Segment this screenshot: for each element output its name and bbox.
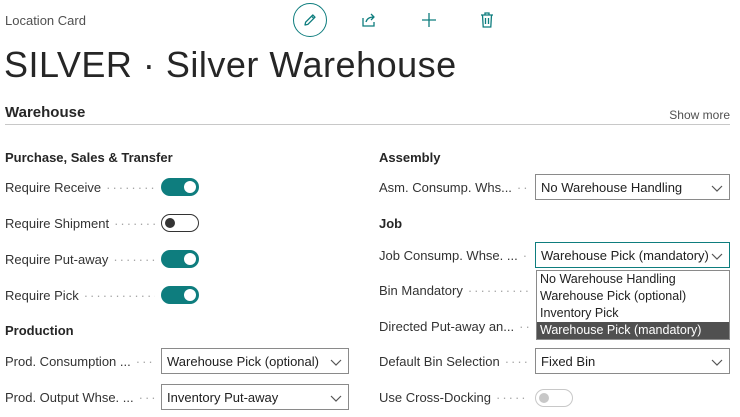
dropdown-option[interactable]: Inventory Pick — [537, 305, 729, 322]
job-consump-dropdown-list: No Warehouse Handling Warehouse Pick (op… — [536, 270, 730, 340]
require-pick-toggle[interactable] — [161, 286, 199, 304]
group-job: Job — [379, 216, 403, 231]
job-consump-label: Job Consump. Whse. ...···· — [379, 248, 529, 263]
chevron-down-icon — [711, 185, 723, 192]
group-assembly: Assembly — [379, 150, 441, 165]
share-button[interactable] — [358, 10, 380, 30]
prod-consumption-select[interactable]: Warehouse Pick (optional) — [161, 348, 349, 374]
require-shipment-toggle[interactable] — [161, 214, 199, 232]
dropdown-option[interactable]: Warehouse Pick (optional) — [537, 288, 729, 305]
group-purchase-sales-transfer: Purchase, Sales & Transfer — [5, 150, 173, 165]
use-cross-docking-label: Use Cross-Docking······ — [379, 390, 529, 405]
require-putaway-toggle[interactable] — [161, 250, 199, 268]
require-receive-label: Require Receive·········· — [5, 180, 155, 195]
group-production: Production — [5, 323, 74, 338]
share-icon — [362, 13, 375, 27]
edit-button[interactable] — [293, 3, 327, 37]
new-button[interactable] — [418, 9, 440, 31]
require-shipment-label: Require Shipment·········· — [5, 216, 155, 231]
directed-putaway-label: Directed Put-away an...···· — [379, 319, 529, 334]
job-consump-select[interactable]: Warehouse Pick (mandatory) — [535, 242, 730, 268]
plus-icon — [422, 13, 436, 27]
require-pick-label: Require Pick··············· — [5, 288, 155, 303]
chevron-down-icon — [330, 395, 342, 402]
edit-icon — [304, 14, 316, 26]
bin-mandatory-label: Bin Mandatory············ — [379, 283, 529, 298]
use-cross-docking-toggle[interactable] — [535, 389, 573, 407]
default-bin-selection-label: Default Bin Selection ···· — [379, 354, 529, 369]
require-receive-toggle[interactable] — [161, 178, 199, 196]
dropdown-option[interactable]: No Warehouse Handling — [537, 271, 729, 288]
show-more-link[interactable]: Show more — [669, 108, 730, 122]
delete-button[interactable] — [477, 9, 497, 31]
chevron-down-icon — [711, 253, 723, 260]
asm-consump-select[interactable]: No Warehouse Handling — [535, 174, 730, 200]
page-title: SILVER · Silver Warehouse — [4, 44, 457, 85]
asm-consump-label: Asm. Consump. Whs...···· — [379, 180, 529, 195]
page-caption: Location Card — [5, 13, 86, 28]
prod-consumption-label: Prod. Consumption ...···· — [5, 354, 155, 369]
dropdown-option-selected[interactable]: Warehouse Pick (mandatory) — [537, 322, 729, 339]
prod-output-select[interactable]: Inventory Put-away — [161, 384, 349, 410]
prod-output-label: Prod. Output Whse. ...···· — [5, 390, 155, 405]
default-bin-selection-select[interactable]: Fixed Bin — [535, 348, 730, 374]
section-title[interactable]: Warehouse — [5, 104, 85, 121]
trash-icon — [481, 12, 493, 28]
chevron-down-icon — [330, 359, 342, 366]
require-putaway-label: Require Put-away·········· — [5, 252, 155, 267]
section-divider — [5, 124, 730, 125]
chevron-down-icon — [711, 359, 723, 366]
